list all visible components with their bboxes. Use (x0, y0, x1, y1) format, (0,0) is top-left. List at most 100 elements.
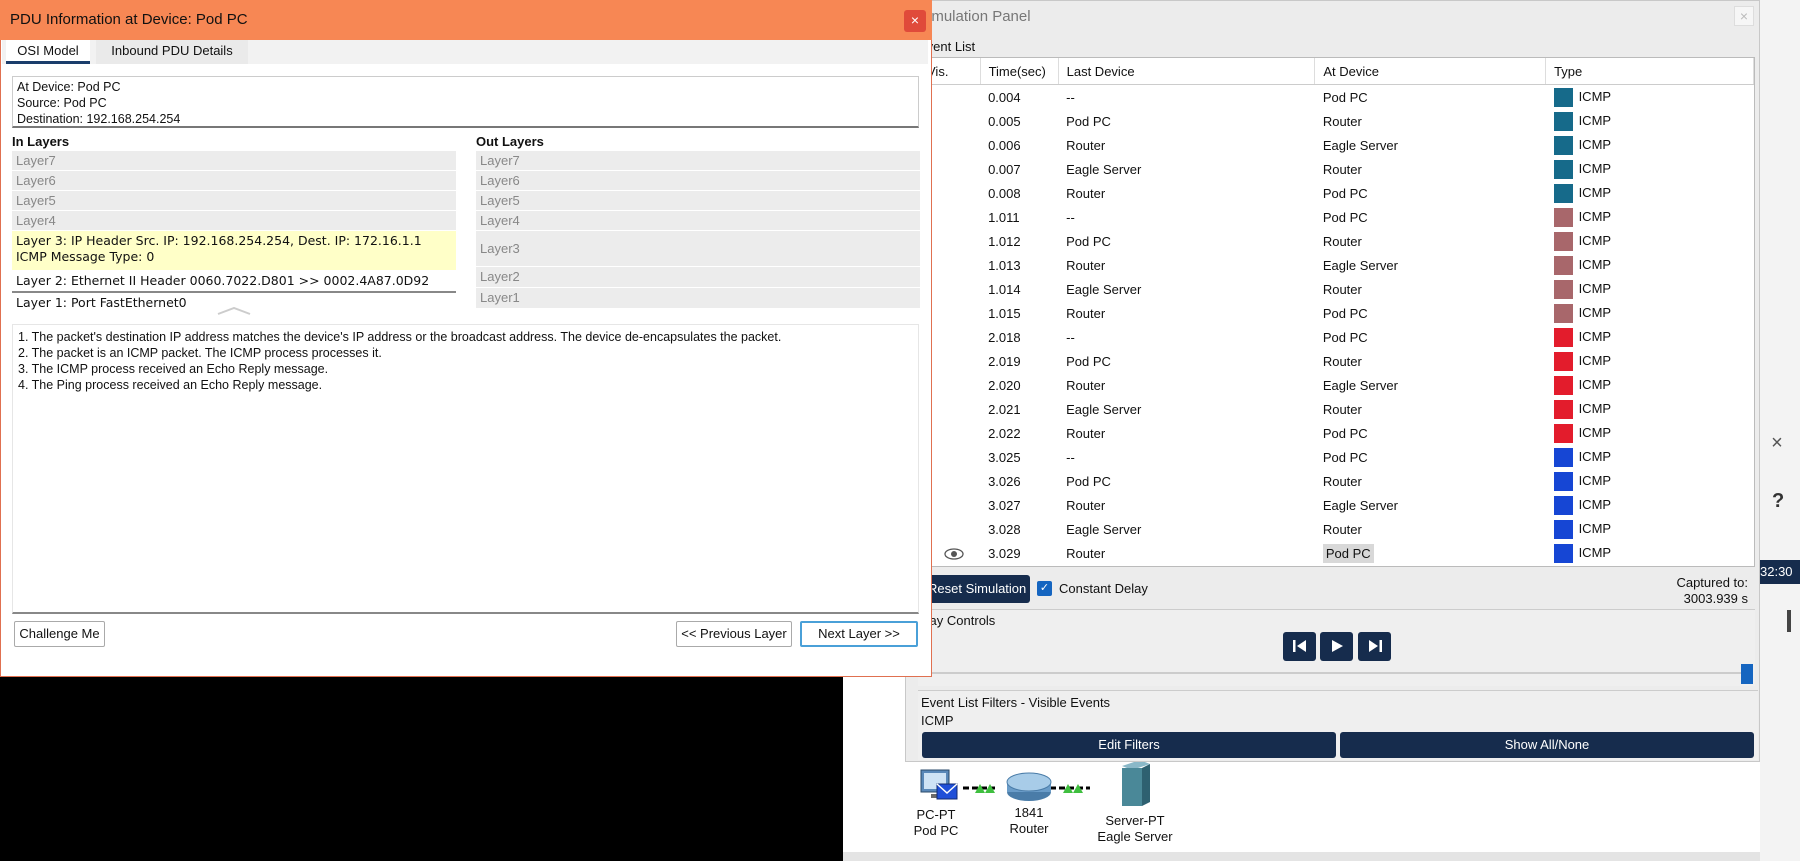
event-color-swatch[interactable] (1553, 543, 1573, 563)
column-header[interactable]: Last Device (1058, 58, 1316, 85)
in-layer-7[interactable]: Layer7 (12, 151, 456, 171)
event-type[interactable]: ICMP (1546, 421, 1754, 445)
column-header[interactable]: Type (1545, 58, 1754, 85)
event-row[interactable]: 2.022 Router Pod PC ICMP (919, 421, 1754, 445)
event-row[interactable]: 3.025 -- Pod PC ICMP (919, 445, 1754, 469)
out-layer-2[interactable]: Layer2 (476, 267, 920, 288)
step-back-button[interactable] (1283, 632, 1316, 661)
event-type[interactable]: ICMP (1546, 85, 1754, 110)
play-speed-slider-thumb[interactable] (1741, 664, 1753, 684)
event-type[interactable]: ICMP (1546, 157, 1754, 181)
event-type[interactable]: ICMP (1546, 277, 1754, 301)
constant-delay-checkbox[interactable]: ✓ (1037, 581, 1052, 596)
event-type[interactable]: ICMP (1546, 181, 1754, 205)
event-color-swatch[interactable] (1553, 399, 1573, 419)
in-layer-4[interactable]: Layer4 (12, 211, 456, 231)
pdu-close-button[interactable]: × (904, 10, 926, 32)
challenge-me-button[interactable]: Challenge Me (14, 621, 105, 647)
event-row[interactable]: 2.018 -- Pod PC ICMP (919, 325, 1754, 349)
event-row[interactable]: 0.004 -- Pod PC ICMP (919, 85, 1754, 110)
event-color-swatch[interactable] (1553, 135, 1573, 155)
event-type[interactable]: ICMP (1546, 253, 1754, 277)
out-layer-5[interactable]: Layer5 (476, 191, 920, 211)
tab-inbound-pdu-details[interactable]: Inbound PDU Details (96, 40, 248, 64)
out-layer-6[interactable]: Layer6 (476, 171, 920, 191)
event-type[interactable]: ICMP (1546, 493, 1754, 517)
step-forward-button[interactable] (1358, 632, 1391, 661)
previous-layer-button[interactable]: << Previous Layer (676, 621, 792, 647)
event-color-swatch[interactable] (1553, 111, 1573, 131)
server-icon[interactable] (1118, 758, 1154, 808)
event-color-swatch[interactable] (1553, 495, 1573, 515)
event-color-swatch[interactable] (1553, 87, 1573, 107)
event-type[interactable]: ICMP (1546, 445, 1754, 469)
event-color-swatch[interactable] (1553, 279, 1573, 299)
event-color-swatch[interactable] (1553, 519, 1573, 539)
event-row[interactable]: 3.027 Router Eagle Server ICMP (919, 493, 1754, 517)
event-color-swatch[interactable] (1553, 303, 1573, 323)
event-row[interactable]: 2.021 Eagle Server Router ICMP (919, 397, 1754, 421)
event-type[interactable]: ICMP (1546, 541, 1754, 565)
event-color-swatch[interactable] (1553, 255, 1573, 275)
side-close-icon[interactable]: × (1762, 432, 1792, 458)
event-type[interactable]: ICMP (1546, 301, 1754, 325)
in-layer-6[interactable]: Layer6 (12, 171, 456, 191)
event-row[interactable]: 3.029 Router Pod PC ICMP (919, 541, 1754, 565)
in-layer-5[interactable]: Layer5 (12, 191, 456, 211)
event-row[interactable]: 1.014 Eagle Server Router ICMP (919, 277, 1754, 301)
event-row[interactable]: 0.005 Pod PC Router ICMP (919, 109, 1754, 133)
event-row[interactable]: 2.020 Router Eagle Server ICMP (919, 373, 1754, 397)
event-color-swatch[interactable] (1553, 375, 1573, 395)
column-header[interactable]: Time(sec) (980, 58, 1059, 85)
play-speed-slider[interactable] (918, 672, 1750, 674)
event-type[interactable]: ICMP (1546, 325, 1754, 349)
event-type[interactable]: ICMP (1546, 397, 1754, 421)
event-row[interactable]: 3.026 Pod PC Router ICMP (919, 469, 1754, 493)
event-color-swatch[interactable] (1553, 159, 1573, 179)
out-layer-3[interactable]: Layer3 (476, 231, 920, 267)
event-type[interactable]: ICMP (1546, 373, 1754, 397)
out-layer-1[interactable]: Layer1 (476, 288, 920, 309)
column-header[interactable]: At Device (1314, 58, 1547, 85)
event-row[interactable]: 1.012 Pod PC Router ICMP (919, 229, 1754, 253)
event-row[interactable]: 0.006 Router Eagle Server ICMP (919, 133, 1754, 157)
event-type[interactable]: ICMP (1546, 229, 1754, 253)
event-type[interactable]: ICMP (1546, 349, 1754, 373)
side-scrollbar[interactable] (1787, 610, 1791, 632)
next-layer-button[interactable]: Next Layer >> (800, 621, 918, 647)
tab-osi-model[interactable]: OSI Model (6, 40, 90, 64)
event-time-text: 1.015 (988, 305, 1021, 321)
event-type[interactable]: ICMP (1546, 205, 1754, 229)
event-row[interactable]: 1.011 -- Pod PC ICMP (919, 205, 1754, 229)
in-layer-2[interactable]: Layer 2: Ethernet II Header 0060.7022.D8… (12, 271, 456, 293)
show-all-none-button[interactable]: Show All/None (1340, 732, 1754, 758)
pc-icon[interactable] (919, 768, 959, 808)
event-color-swatch[interactable] (1553, 351, 1573, 371)
out-layer-7[interactable]: Layer7 (476, 151, 920, 171)
event-row[interactable]: 3.028 Eagle Server Router ICMP (919, 517, 1754, 541)
simulation-close-button[interactable]: × (1734, 6, 1754, 26)
router-icon[interactable] (1005, 766, 1055, 806)
help-icon[interactable]: ? (1772, 490, 1784, 513)
event-color-swatch[interactable] (1553, 423, 1573, 443)
event-row[interactable]: 1.013 Router Eagle Server ICMP (919, 253, 1754, 277)
event-color-swatch[interactable] (1553, 183, 1573, 203)
out-layer-4[interactable]: Layer4 (476, 211, 920, 231)
event-type[interactable]: ICMP (1546, 517, 1754, 541)
event-type[interactable]: ICMP (1546, 109, 1754, 133)
event-row[interactable]: 0.008 Router Pod PC ICMP (919, 181, 1754, 205)
event-list-table[interactable]: Vis. Time(sec) Last Device At Device Type 0.… (918, 57, 1755, 567)
event-color-swatch[interactable] (1553, 231, 1573, 251)
event-row[interactable]: 2.019 Pod PC Router ICMP (919, 349, 1754, 373)
in-layer-3[interactable]: Layer 3: IP Header Src. IP: 192.168.254.… (12, 231, 456, 271)
event-row[interactable]: 1.015 Router Pod PC ICMP (919, 301, 1754, 325)
event-color-swatch[interactable] (1553, 471, 1573, 491)
edit-filters-button[interactable]: Edit Filters (922, 732, 1336, 758)
play-button[interactable] (1320, 632, 1353, 661)
event-color-swatch[interactable] (1553, 327, 1573, 347)
event-color-swatch[interactable] (1553, 207, 1573, 227)
event-color-swatch[interactable] (1553, 447, 1573, 467)
event-type[interactable]: ICMP (1546, 469, 1754, 493)
event-type[interactable]: ICMP (1546, 133, 1754, 157)
event-row[interactable]: 0.007 Eagle Server Router ICMP (919, 157, 1754, 181)
